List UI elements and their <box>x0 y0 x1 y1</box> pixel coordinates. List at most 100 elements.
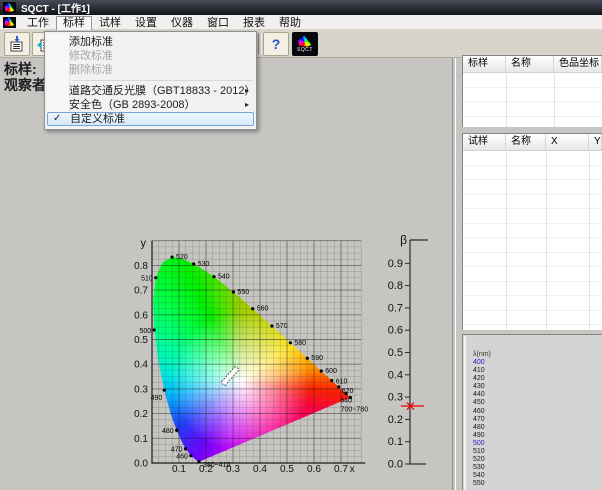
table-header-row: 标样名称色品坐标 <box>463 56 602 73</box>
svg-text:480: 480 <box>162 428 174 435</box>
wavelength-item: 550 <box>473 480 602 488</box>
table-row[interactable] <box>463 102 602 117</box>
menu-item-label: 添加标准 <box>69 36 113 48</box>
svg-text:0.9: 0.9 <box>388 258 403 270</box>
menu-item-label: 修改标准 <box>69 50 113 62</box>
import-standard-button[interactable] <box>4 32 30 56</box>
svg-text:520: 520 <box>176 254 188 261</box>
sqct-logo-icon <box>296 35 314 48</box>
chromaticity-diagram: 0.10.20.30.40.50.60.70.00.10.20.30.40.50… <box>128 228 438 490</box>
wavelength-item: 480 <box>473 424 602 432</box>
menu-item-label: 自定义标准 <box>70 113 125 125</box>
column-header[interactable]: 名称 <box>506 56 554 72</box>
menu-item-road-traffic-film[interactable]: 道路交通反光膜（GBT18833 - 2012）▸ <box>45 84 256 98</box>
table-row[interactable] <box>463 325 602 330</box>
wavelength-item: 540 <box>473 472 602 480</box>
table-row[interactable] <box>463 282 602 297</box>
wavelength-item: 420 <box>473 375 602 383</box>
column-header[interactable]: 标样 <box>463 56 506 72</box>
table-row[interactable] <box>463 209 602 224</box>
wavelength-item: 470 <box>473 416 602 424</box>
svg-text:x: x <box>350 464 355 475</box>
wavelength-item: 450 <box>473 399 602 407</box>
wavelength-item: 460 <box>473 408 602 416</box>
menubar-item-report[interactable]: 报表 <box>236 17 272 30</box>
wavelength-item: 430 <box>473 383 602 391</box>
column-divider <box>546 150 547 330</box>
table-row[interactable] <box>463 73 602 88</box>
menu-item-delete-standard[interactable]: 删除标准 <box>45 63 256 77</box>
menubar-item-standard[interactable]: 标样 <box>56 16 92 31</box>
svg-text:0.8: 0.8 <box>388 280 403 292</box>
table-row[interactable] <box>463 296 602 311</box>
svg-text:610: 610 <box>336 379 348 386</box>
menu-item-label: 安全色（GB 2893-2008） <box>69 99 196 111</box>
menu-separator <box>45 77 256 84</box>
table-row[interactable] <box>463 180 602 195</box>
table-row[interactable] <box>463 311 602 326</box>
svg-text:380~410: 380~410 <box>203 462 231 469</box>
menu-bar-items: 工作标样试样设置仪器窗口报表帮助 <box>20 13 308 31</box>
wavelength-item: 440 <box>473 391 602 399</box>
app-icon <box>3 2 16 13</box>
standards-table[interactable]: 标样名称色品坐标 <box>462 55 602 127</box>
svg-text:590: 590 <box>311 355 323 362</box>
menubar-item-work[interactable]: 工作 <box>20 17 56 30</box>
wavelength-item: 410 <box>473 367 602 375</box>
svg-text:β: β <box>400 233 407 247</box>
menu-item-modify-standard[interactable]: 修改标准 <box>45 49 256 63</box>
table-row[interactable] <box>463 88 602 103</box>
svg-text:500: 500 <box>140 328 152 335</box>
column-divider <box>554 72 555 127</box>
svg-text:0.6: 0.6 <box>307 464 321 475</box>
svg-text:0.7: 0.7 <box>134 286 148 297</box>
menubar-item-window[interactable]: 窗口 <box>200 17 236 30</box>
app-window: SQCT - [工作1] 工作标样试样设置仪器窗口报表帮助 <box>0 0 602 490</box>
table-row[interactable] <box>463 224 602 239</box>
table-row[interactable] <box>463 238 602 253</box>
svg-text:700~780: 700~780 <box>341 406 369 413</box>
svg-text:0.3: 0.3 <box>134 384 148 395</box>
svg-text:0.1: 0.1 <box>134 434 148 445</box>
svg-text:y: y <box>141 238 147 250</box>
svg-text:530: 530 <box>198 261 210 268</box>
svg-text:560: 560 <box>257 306 269 313</box>
svg-text:0.0: 0.0 <box>388 459 403 471</box>
menubar-item-settings[interactable]: 设置 <box>128 17 164 30</box>
column-header[interactable]: Y <box>589 134 602 150</box>
menu-item-custom-standard[interactable]: ✓自定义标准 <box>47 112 254 126</box>
menu-item-add-standard[interactable]: 添加标准 <box>45 35 256 49</box>
table-row[interactable] <box>463 267 602 282</box>
column-header[interactable]: 色品坐标 <box>554 56 602 72</box>
table-row[interactable] <box>463 166 602 181</box>
menubar-item-instrument[interactable]: 仪器 <box>164 17 200 30</box>
wavelength-item: 530 <box>473 464 602 472</box>
svg-text:0.5: 0.5 <box>280 464 294 475</box>
column-header[interactable]: X <box>546 134 589 150</box>
svg-text:580: 580 <box>294 340 306 347</box>
svg-text:0.3: 0.3 <box>388 392 403 404</box>
mdi-child-icon[interactable] <box>3 17 16 28</box>
svg-text:550: 550 <box>237 289 249 296</box>
svg-text:0.6: 0.6 <box>388 325 403 337</box>
menu-item-safety-color[interactable]: 安全色（GB 2893-2008）▸ <box>45 98 256 112</box>
menubar-item-help[interactable]: 帮助 <box>272 17 308 30</box>
panel-splitter[interactable] <box>452 58 456 490</box>
menubar-item-sample[interactable]: 试样 <box>92 17 128 30</box>
table-row[interactable] <box>463 117 602 128</box>
svg-text:0.4: 0.4 <box>253 464 267 475</box>
menu-item-label: 删除标准 <box>69 64 113 76</box>
wavelength-panel: λ(nm) 4004104204304404504604704804905005… <box>462 334 602 490</box>
table-row[interactable] <box>463 151 602 166</box>
wavelength-axis-label: λ(nm) <box>473 350 602 359</box>
svg-text:0.2: 0.2 <box>388 414 403 426</box>
column-header[interactable]: 名称 <box>506 134 546 150</box>
svg-text:0.1: 0.1 <box>388 436 403 448</box>
sqct-logo-button[interactable]: SQCT <box>292 32 318 56</box>
column-header[interactable]: 试样 <box>463 134 506 150</box>
samples-table[interactable]: 试样名称XY <box>462 133 602 330</box>
wavelength-item: 400 <box>473 359 602 367</box>
table-row[interactable] <box>463 253 602 268</box>
table-row[interactable] <box>463 195 602 210</box>
help-button[interactable]: ? <box>263 32 289 56</box>
